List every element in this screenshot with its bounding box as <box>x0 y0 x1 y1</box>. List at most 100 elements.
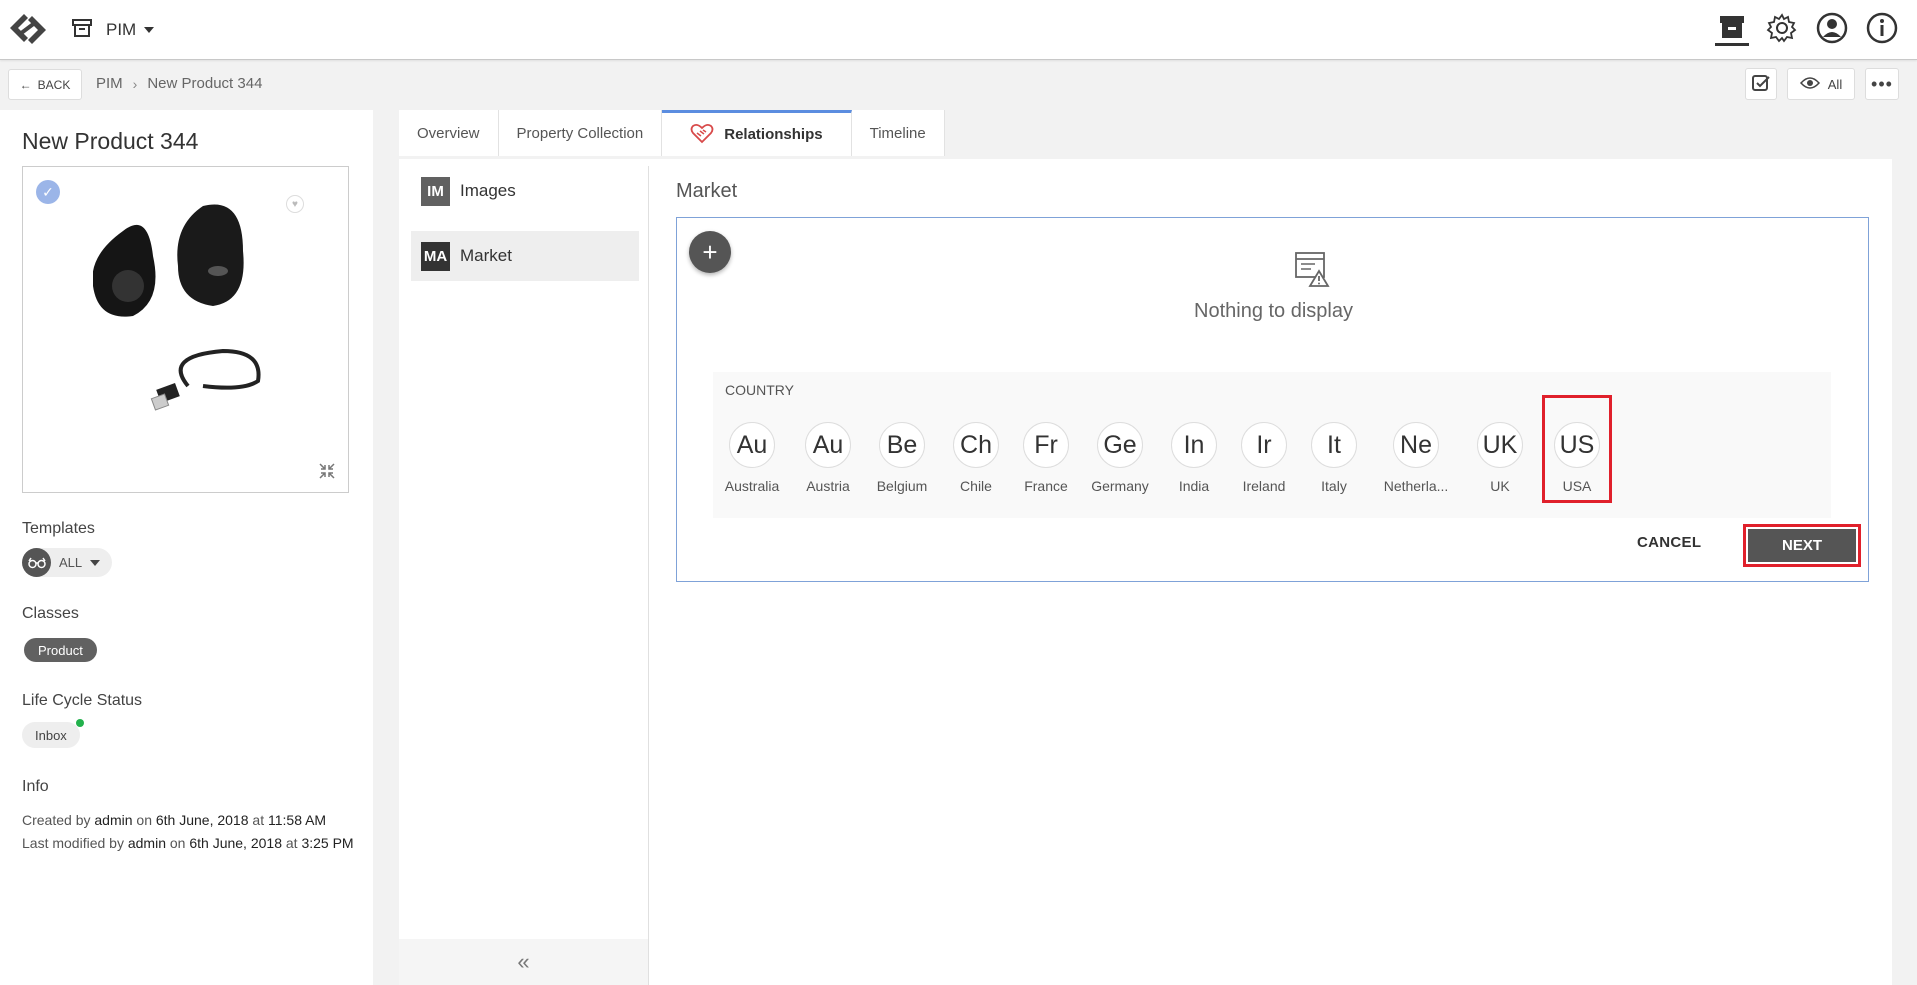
breadcrumb-item-pim[interactable]: PIM <box>96 75 123 92</box>
check-circle-button[interactable] <box>1745 68 1777 100</box>
info-label: Info <box>22 778 49 795</box>
app-switcher[interactable]: PIM <box>72 18 155 42</box>
templates-label: Templates <box>22 520 95 537</box>
eye-icon <box>1799 76 1820 93</box>
collapse-arrows-icon[interactable] <box>318 462 336 480</box>
country-avatar: Ch <box>953 422 999 468</box>
relationship-item-market[interactable]: MA Market <box>411 231 639 281</box>
next-button[interactable]: NEXT <box>1748 529 1856 562</box>
country-name: India <box>1178 478 1210 494</box>
collapse-panel-button[interactable]: « <box>399 939 648 985</box>
country-picker: COUNTRY Au Australia Au Austria Be Belgi… <box>713 372 1831 518</box>
country-name: USA <box>1562 478 1592 494</box>
cancel-button[interactable]: CANCEL <box>1637 534 1701 551</box>
breadcrumb: PIM › New Product 344 <box>96 75 262 92</box>
app-name: PIM <box>106 20 137 39</box>
country-option-selected[interactable]: US USA <box>1542 395 1612 503</box>
tab-timeline[interactable]: Timeline <box>851 110 945 156</box>
tab-bar: Overview Property Collection Relationshi… <box>399 110 945 156</box>
product-title: New Product 344 <box>22 128 199 154</box>
glasses-icon <box>22 548 51 577</box>
country-avatar: In <box>1171 422 1217 468</box>
country-name: UK <box>1490 478 1510 494</box>
country-avatar: Be <box>879 422 925 468</box>
country-name: Belgium <box>876 478 928 494</box>
more-horizontal-icon: ••• <box>1871 74 1893 94</box>
country-option[interactable]: UK UK <box>1471 422 1529 494</box>
modified-on: on <box>169 835 186 851</box>
relationship-code-badge: IM <box>421 176 450 206</box>
archive-icon <box>72 18 92 42</box>
tab-relationships[interactable]: Relationships <box>662 110 852 156</box>
tab-overview[interactable]: Overview <box>399 110 499 156</box>
breadcrumb-item-product[interactable]: New Product 344 <box>147 75 262 92</box>
created-time: 11:58 AM <box>267 812 327 828</box>
classes-label: Classes <box>22 605 79 622</box>
relationship-code-badge: MA <box>421 241 450 271</box>
country-name: Ireland <box>1242 478 1286 494</box>
template-value: ALL <box>59 555 83 570</box>
info-icon[interactable] <box>1865 10 1899 46</box>
product-image[interactable]: ✓ ♥ <box>22 166 349 493</box>
country-avatar: UK <box>1477 422 1523 468</box>
country-avatar: Au <box>729 422 775 468</box>
market-title: Market <box>676 180 738 202</box>
chevron-right-icon: › <box>132 75 138 92</box>
country-option[interactable]: Au Austria <box>799 422 857 494</box>
relationship-item-images[interactable]: IM Images <box>411 166 639 216</box>
chevron-down-icon <box>144 27 155 33</box>
country-option[interactable]: Ir Ireland <box>1235 422 1293 494</box>
back-button[interactable]: ← BACK <box>8 69 82 100</box>
country-avatar: Fr <box>1023 422 1069 468</box>
country-name: France <box>1024 478 1068 494</box>
created-prefix: Created by <box>22 812 91 828</box>
relationship-label: Market <box>460 246 512 265</box>
modified-info: Last modified by admin on 6th June, 2018… <box>22 832 357 854</box>
created-at: at <box>252 812 265 828</box>
country-name: Italy <box>1321 478 1347 494</box>
more-options-button[interactable]: ••• <box>1865 68 1899 100</box>
country-label: COUNTRY <box>725 382 794 398</box>
modified-user: admin <box>127 835 166 851</box>
country-avatar: It <box>1311 422 1357 468</box>
country-option[interactable]: Ne Netherla... <box>1380 422 1452 494</box>
view-filter-button[interactable]: All <box>1787 68 1855 100</box>
created-on: on <box>136 812 152 828</box>
country-name: Austria <box>806 478 850 494</box>
empty-list-warning-icon <box>1293 250 1331 288</box>
country-option[interactable]: Be Belgium <box>873 422 931 494</box>
country-name: Chile <box>960 478 992 494</box>
app-logo-icon[interactable] <box>6 10 50 48</box>
class-chip[interactable]: Product <box>24 638 97 662</box>
modified-prefix: Last modified by <box>22 835 124 851</box>
add-button[interactable]: + <box>689 231 731 273</box>
country-option[interactable]: Ch Chile <box>947 422 1005 494</box>
handshake-heart-icon <box>690 122 714 148</box>
tab-property-collection[interactable]: Property Collection <box>498 110 663 156</box>
country-option[interactable]: Ge Germany <box>1088 422 1152 494</box>
back-label: BACK <box>37 77 71 92</box>
status-dot <box>76 719 84 727</box>
country-option[interactable]: Au Australia <box>723 422 781 494</box>
modified-date: 6th June, 2018 <box>189 835 282 851</box>
market-editor: + Nothing to display COUNTRY Au Australi… <box>676 217 1869 582</box>
created-date: 6th June, 2018 <box>155 812 249 828</box>
double-chevron-left-icon: « <box>517 949 530 974</box>
tab-relationships-label: Relationships <box>724 126 823 143</box>
status-chip[interactable]: Inbox <box>22 722 80 748</box>
earbud-image <box>93 204 261 411</box>
modified-time: 3:25 PM <box>301 835 354 851</box>
country-avatar: Ir <box>1241 422 1287 468</box>
country-avatar: Au <box>805 422 851 468</box>
country-option[interactable]: It Italy <box>1305 422 1363 494</box>
created-user: admin <box>94 812 133 828</box>
template-selector[interactable]: ALL <box>22 548 112 577</box>
country-option[interactable]: Fr France <box>1017 422 1075 494</box>
country-option[interactable]: In India <box>1165 422 1223 494</box>
check-icon[interactable]: ✓ <box>36 180 60 204</box>
gear-icon[interactable] <box>1765 10 1799 46</box>
archive-active-icon[interactable] <box>1715 10 1749 46</box>
relationship-list: IM Images MA Market « <box>399 166 649 985</box>
lifecycle-label: Life Cycle Status <box>22 692 143 709</box>
user-icon[interactable] <box>1815 10 1849 46</box>
